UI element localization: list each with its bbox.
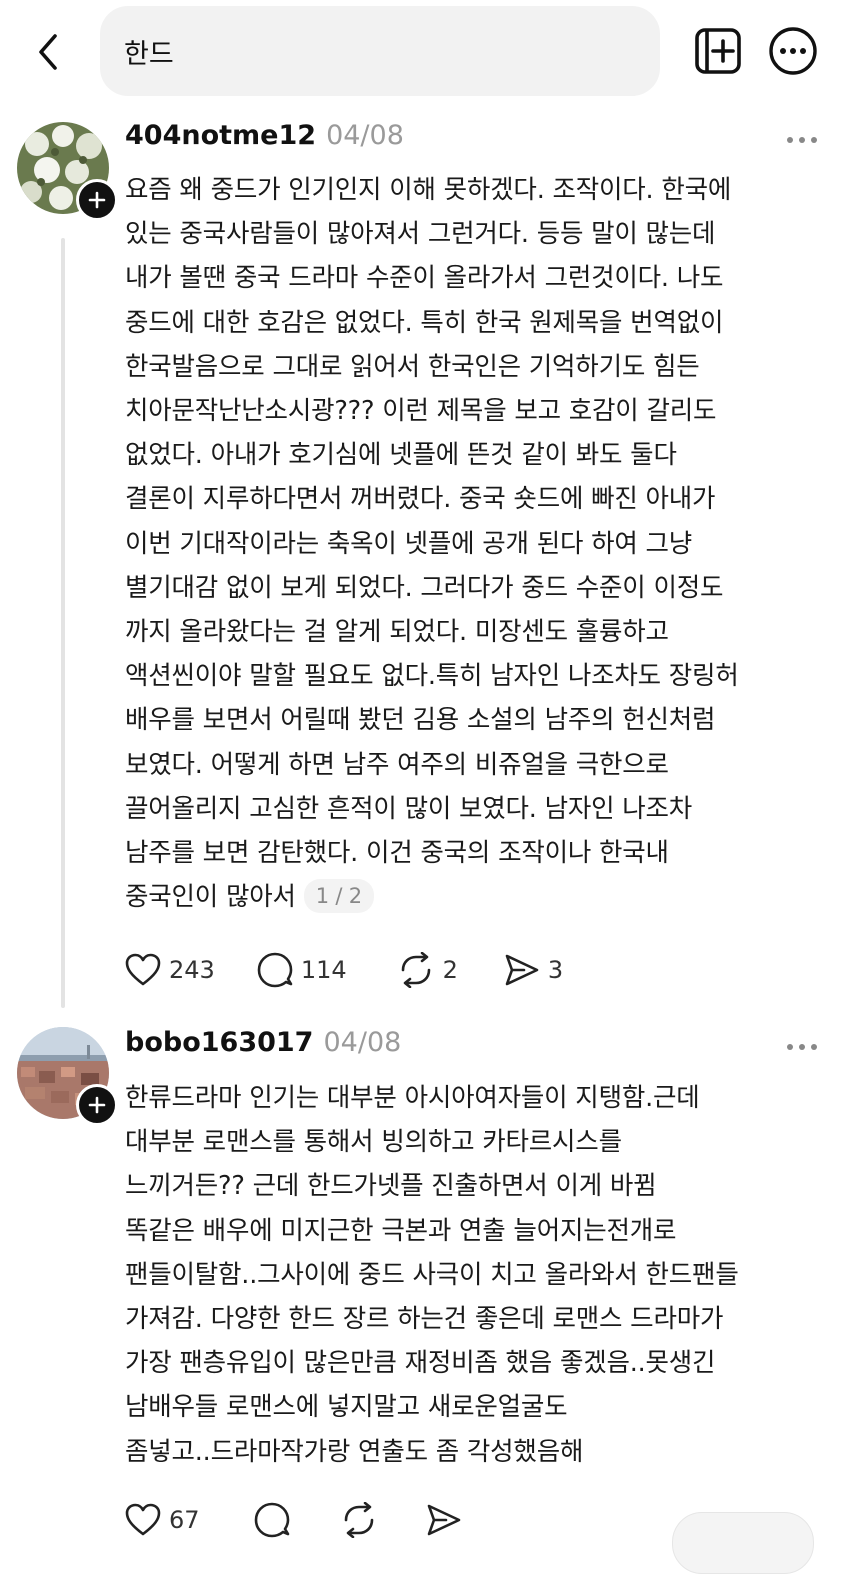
like-button[interactable]: 243 — [125, 950, 215, 990]
username[interactable]: 404notme12 — [125, 120, 316, 151]
avatar[interactable] — [17, 122, 118, 221]
top-bar: 한드 — [0, 0, 850, 105]
share-button[interactable]: 3 — [504, 950, 563, 990]
chevron-left-icon — [39, 34, 57, 70]
post-more-button[interactable] — [782, 125, 822, 155]
heart-icon — [125, 1503, 161, 1536]
comment-button[interactable] — [254, 1500, 290, 1540]
post-date: 04/08 — [326, 120, 404, 151]
avatar[interactable] — [17, 1027, 118, 1126]
add-square-icon — [695, 28, 741, 74]
repost-icon — [344, 1502, 373, 1538]
repost-button[interactable]: 2 — [397, 950, 458, 990]
floating-button[interactable] — [672, 1512, 814, 1574]
more-icon — [787, 1044, 817, 1050]
repost-count: 2 — [442, 956, 458, 984]
plus-icon — [88, 191, 106, 209]
like-count: 67 — [169, 1506, 200, 1534]
heart-icon — [125, 953, 161, 986]
post-text: 한류드라마 인기는 대부분 아시아여자들이 지탱함.근데 대부분 로맨스를 통해… — [125, 1083, 739, 1467]
follow-button[interactable] — [76, 1084, 118, 1126]
search-query: 한드 — [124, 38, 174, 70]
more-icon — [787, 137, 817, 143]
post-more-button[interactable] — [782, 1032, 822, 1062]
more-options-button[interactable] — [768, 26, 818, 76]
share-button[interactable] — [426, 1500, 462, 1540]
post-body[interactable]: 한류드라마 인기는 대부분 아시아여자들이 지탱함.근데 대부분 로맨스를 통해… — [125, 1076, 840, 1474]
post-body[interactable]: 요즘 왜 중드가 인기인지 이해 못하겠다. 조작이다. 한국에 있는 중국사람… — [125, 168, 840, 919]
search-input[interactable]: 한드 — [100, 6, 660, 96]
comment-count: 114 — [300, 956, 347, 984]
send-icon — [427, 1504, 460, 1536]
username[interactable]: bobo163017 — [125, 1027, 313, 1058]
add-button[interactable] — [693, 26, 743, 76]
post-text: 요즘 왜 중드가 인기인지 이해 못하겠다. 조작이다. 한국에 있는 중국사람… — [125, 175, 739, 913]
like-count: 243 — [169, 956, 215, 984]
page-indicator[interactable]: 1 / 2 — [303, 879, 374, 914]
back-button[interactable] — [26, 28, 70, 76]
more-icon — [769, 27, 817, 75]
repost-button[interactable] — [340, 1500, 378, 1540]
like-button[interactable]: 67 — [125, 1500, 200, 1540]
send-icon — [505, 954, 539, 986]
plus-icon — [88, 1096, 106, 1114]
post-actions: 243 114 2 3 — [125, 950, 563, 990]
share-count: 3 — [547, 956, 564, 984]
thread-line — [61, 238, 65, 1008]
post-header: bobo163017 04/08 — [125, 1027, 401, 1067]
post-date: 04/08 — [323, 1027, 402, 1058]
post-actions: 67 — [125, 1500, 462, 1540]
follow-button[interactable] — [76, 179, 118, 221]
comment-icon — [254, 1502, 289, 1538]
post-header: 404notme12 04/08 — [125, 120, 404, 160]
comment-icon — [257, 952, 293, 988]
comment-button[interactable]: 114 — [257, 950, 347, 990]
repost-icon — [401, 952, 430, 988]
